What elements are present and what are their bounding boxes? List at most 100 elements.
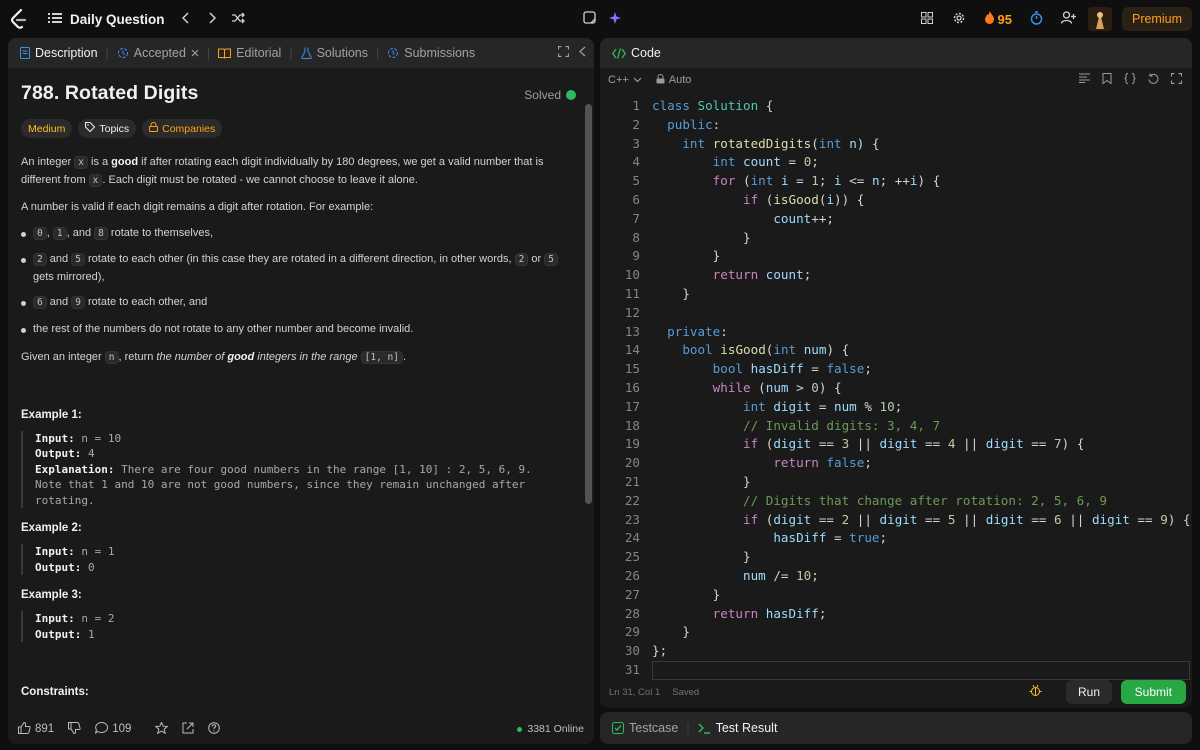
example-box: Input: n = 1 Output: 0 <box>21 544 569 575</box>
language-select[interactable]: C++ <box>608 74 642 86</box>
prev-question-button[interactable] <box>173 6 199 32</box>
code-line[interactable]: private: <box>652 324 728 339</box>
daily-question-label: Daily Question <box>70 11 165 27</box>
close-icon[interactable] <box>191 46 199 60</box>
topics-button[interactable]: Topics <box>78 119 137 138</box>
auto-mode-toggle[interactable]: Auto <box>656 73 691 87</box>
timer-button[interactable] <box>1024 6 1050 32</box>
ai-assist-button[interactable] <box>602 6 628 32</box>
code-line[interactable]: } <box>652 248 721 263</box>
code-line[interactable]: }; <box>652 643 667 658</box>
scrollbar[interactable] <box>585 70 592 742</box>
code-line[interactable]: int digit = num % 10; <box>652 399 902 414</box>
submit-button[interactable]: Submit <box>1120 680 1186 704</box>
code-line[interactable]: } <box>652 474 751 489</box>
code-line[interactable]: count++; <box>652 211 834 226</box>
tab-test-result[interactable]: Test Result <box>692 712 784 744</box>
tab-description[interactable]: Description <box>14 38 104 68</box>
dislike-button[interactable] <box>68 721 81 737</box>
italic-text: the number of <box>156 351 228 363</box>
leetcode-logo-icon[interactable] <box>0 0 38 38</box>
layout-button[interactable] <box>914 6 940 32</box>
code-line[interactable]: return hasDiff; <box>652 606 827 621</box>
tab-submissions[interactable]: Submissions <box>381 38 481 68</box>
code-line[interactable]: bool hasDiff = false; <box>652 361 872 376</box>
code-panel: Code C++ Auto 1 class Solution {2 public:… <box>600 38 1192 708</box>
tab-solutions[interactable]: Solutions <box>295 38 374 68</box>
add-friend-button[interactable] <box>1056 6 1082 32</box>
tab-testcase[interactable]: Testcase <box>606 712 684 744</box>
list-item: 0, 1, and 8 rotate to themselves, <box>21 225 569 243</box>
code-line[interactable]: if (digit == 2 || digit == 5 || digit ==… <box>652 512 1191 527</box>
question-circle-icon <box>208 721 221 737</box>
tab-accepted[interactable]: Accepted <box>111 38 205 68</box>
code-editor[interactable]: 1 class Solution {2 public: 3 int rotatedD… <box>600 94 1192 680</box>
inline-code: x <box>74 156 88 169</box>
format-icon[interactable] <box>1079 73 1090 87</box>
code-line[interactable]: return false; <box>652 455 872 470</box>
tab-editorial[interactable]: Editorial <box>212 38 287 68</box>
next-question-button[interactable] <box>199 6 225 32</box>
text: rotate to each other, and <box>84 296 208 308</box>
code-line[interactable]: } <box>652 624 690 639</box>
code-line[interactable]: } <box>652 587 721 602</box>
code-line[interactable]: public: <box>652 117 720 132</box>
tab-accepted-label: Accepted <box>133 46 186 60</box>
tab-test-result-label: Test Result <box>715 721 778 735</box>
inline-code: 6 <box>33 296 47 309</box>
comments-button[interactable]: 109 <box>94 721 131 737</box>
settings-button[interactable] <box>946 6 972 32</box>
line-number: 13 <box>624 323 640 339</box>
bookmark-icon[interactable] <box>1102 73 1112 87</box>
code-line[interactable]: hasDiff = true; <box>652 530 887 545</box>
top-bar: Daily Question 95 Premium <box>0 0 1200 38</box>
share-icon <box>182 722 194 737</box>
share-button[interactable] <box>182 722 194 737</box>
code-line[interactable]: for (int i = 1; i <= n; ++i) { <box>652 173 941 188</box>
tab-code[interactable]: Code <box>606 38 667 68</box>
code-line[interactable]: int rotatedDigits(int n) { <box>652 136 879 151</box>
code-line[interactable]: return count; <box>652 267 812 282</box>
streak-counter[interactable]: 95 <box>984 11 1012 27</box>
collapse-left-icon[interactable] <box>579 46 586 60</box>
code-line[interactable]: } <box>652 230 751 245</box>
code-line[interactable]: num /= 10; <box>652 568 819 583</box>
difficulty-badge[interactable]: Medium <box>21 119 73 138</box>
avatar[interactable] <box>1087 7 1112 31</box>
help-button[interactable] <box>208 721 221 737</box>
code-line[interactable]: if (isGood(i)) { <box>652 192 864 207</box>
code-line[interactable]: class Solution { <box>652 98 773 113</box>
fullscreen-icon[interactable] <box>1170 72 1183 87</box>
code-line[interactable]: while (num > 0) { <box>652 380 842 395</box>
line-number: 26 <box>624 568 640 583</box>
sparkle-icon <box>608 11 622 28</box>
reset-icon[interactable] <box>1148 73 1159 87</box>
maximize-icon[interactable] <box>557 45 570 60</box>
favorite-button[interactable] <box>154 720 169 737</box>
code-line[interactable]: int count = 0; <box>652 154 819 169</box>
code-line[interactable]: // Digits that change after rotation: 2,… <box>652 493 1107 508</box>
text: . Each digit must be rotated - we cannot… <box>102 173 418 186</box>
like-button[interactable]: 891 <box>18 721 54 737</box>
random-question-button[interactable] <box>225 6 251 32</box>
text: , and <box>66 226 95 239</box>
language-value: C++ <box>608 74 629 86</box>
braces-icon[interactable] <box>1124 73 1136 87</box>
star-icon <box>154 720 169 737</box>
line-number: 21 <box>624 474 640 489</box>
code-line[interactable]: } <box>652 549 751 564</box>
debug-icon[interactable] <box>1029 684 1042 700</box>
history-icon <box>387 47 399 59</box>
companies-button[interactable]: Companies <box>142 119 223 138</box>
notes-button[interactable] <box>576 6 602 32</box>
run-button[interactable]: Run <box>1065 680 1112 704</box>
input-label: Input: <box>35 545 75 558</box>
description-paragraph: Given an integer n, return the number of… <box>21 349 569 367</box>
code-line[interactable]: // Invalid digits: 3, 4, 7 <box>652 418 940 433</box>
premium-button[interactable]: Premium <box>1121 7 1192 31</box>
code-line[interactable]: if (digit == 3 || digit == 4 || digit ==… <box>652 436 1084 451</box>
code-line[interactable]: bool isGood(int num) { <box>652 342 849 357</box>
code-line[interactable]: } <box>652 286 690 301</box>
problem-list-button[interactable]: Daily Question <box>48 12 165 27</box>
scrollbar-thumb[interactable] <box>585 104 592 504</box>
